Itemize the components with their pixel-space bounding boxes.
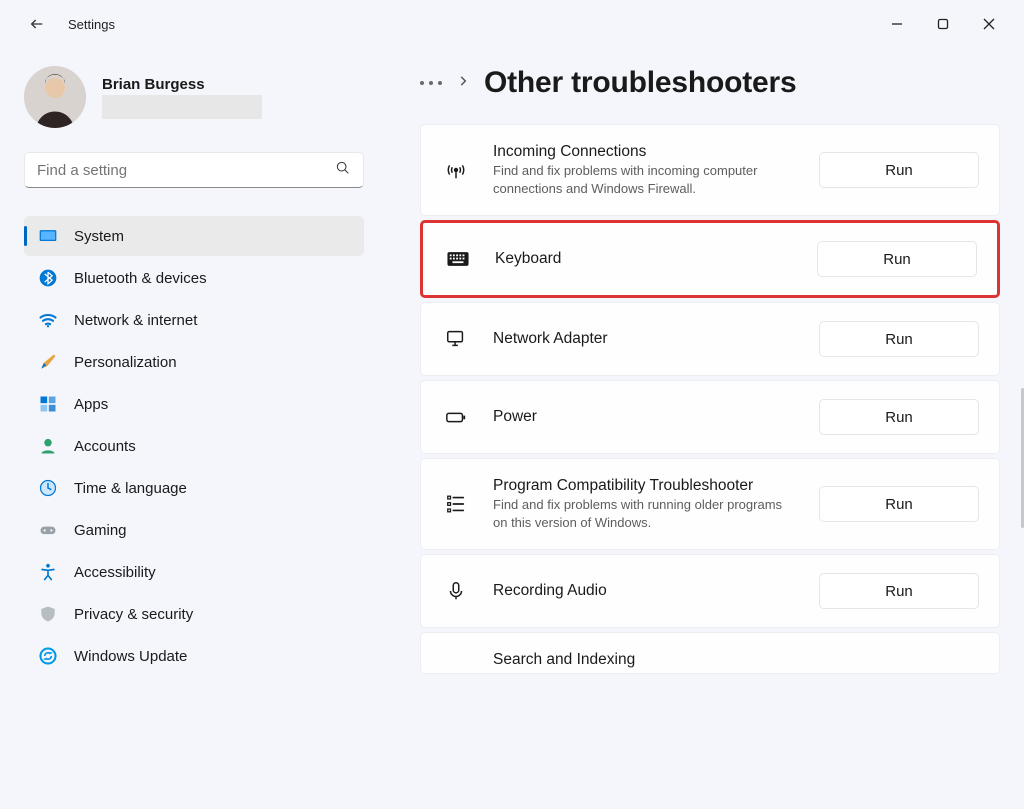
list-icon [443,493,469,515]
page-title: Other troubleshooters [484,66,797,100]
troubleshooter-network-adapter: Network Adapter Run [420,302,1000,376]
card-title: Network Adapter [493,330,795,348]
system-icon [38,226,58,246]
card-desc: Find and fix problems with incoming comp… [493,162,793,197]
keyboard-icon [445,248,471,270]
sidebar-item-apps[interactable]: Apps [24,384,364,424]
nav-label: Accessibility [74,564,156,581]
card-title: Search and Indexing [493,651,979,669]
sidebar-item-system[interactable]: System [24,216,364,256]
nav-label: Privacy & security [74,606,193,623]
troubleshooter-keyboard: Keyboard Run [420,220,1000,298]
apps-icon [38,394,58,414]
card-title: Program Compatibility Troubleshooter [493,477,795,495]
sidebar-item-windows-update[interactable]: Windows Update [24,636,364,676]
close-button[interactable] [966,8,1012,40]
search-input[interactable] [37,162,335,179]
search-icon [335,160,351,181]
run-button[interactable]: Run [819,152,979,188]
monitor-network-icon [443,328,469,350]
back-button[interactable] [28,15,46,33]
troubleshooter-program-compatibility: Program Compatibility Troubleshooter Fin… [420,458,1000,550]
main-content: Other troubleshooters Incoming Connectio… [380,48,1024,809]
troubleshooter-incoming-connections: Incoming Connections Find and fix proble… [420,124,1000,216]
profile-email-redacted [102,95,262,119]
troubleshooter-list: Incoming Connections Find and fix proble… [420,124,1000,674]
troubleshooter-recording-audio: Recording Audio Run [420,554,1000,628]
person-icon [38,436,58,456]
search-box[interactable] [24,152,364,188]
app-title: Settings [68,17,115,32]
nav-label: Network & internet [74,312,197,329]
update-icon [38,646,58,666]
brush-icon [38,352,58,372]
titlebar: Settings [0,0,1024,48]
accessibility-icon [38,562,58,582]
nav-list: System Bluetooth & devices Network & int… [24,216,364,676]
sidebar-item-network[interactable]: Network & internet [24,300,364,340]
nav-label: Windows Update [74,648,187,665]
sidebar-item-time-language[interactable]: Time & language [24,468,364,508]
run-button[interactable]: Run [819,399,979,435]
card-title: Incoming Connections [493,143,795,161]
sidebar: Brian Burgess System Bluetooth & devices… [0,48,380,809]
run-button[interactable]: Run [819,486,979,522]
sidebar-item-accessibility[interactable]: Accessibility [24,552,364,592]
microphone-icon [443,580,469,602]
profile-name: Brian Burgess [102,76,262,93]
shield-icon [38,604,58,624]
sidebar-item-bluetooth[interactable]: Bluetooth & devices [24,258,364,298]
sidebar-item-personalization[interactable]: Personalization [24,342,364,382]
nav-label: Gaming [74,522,127,539]
nav-label: Apps [74,396,108,413]
wifi-icon [38,310,58,330]
sidebar-item-gaming[interactable]: Gaming [24,510,364,550]
bluetooth-icon [38,268,58,288]
nav-label: System [74,228,124,245]
nav-label: Time & language [74,480,187,497]
nav-label: Bluetooth & devices [74,270,207,287]
avatar [24,66,86,128]
battery-icon [443,406,469,428]
card-title: Recording Audio [493,582,795,600]
chevron-right-icon [456,74,470,93]
card-title: Power [493,408,795,426]
breadcrumb-ellipsis[interactable] [420,81,442,85]
troubleshooter-power: Power Run [420,380,1000,454]
sidebar-item-privacy[interactable]: Privacy & security [24,594,364,634]
troubleshooter-search-indexing: Search and Indexing [420,632,1000,674]
card-desc: Find and fix problems with running older… [493,496,793,531]
sidebar-item-accounts[interactable]: Accounts [24,426,364,466]
run-button[interactable]: Run [819,321,979,357]
clock-globe-icon [38,478,58,498]
antenna-icon [443,159,469,181]
nav-label: Personalization [74,354,177,371]
profile-block[interactable]: Brian Burgess [24,66,364,128]
minimize-button[interactable] [874,8,920,40]
run-button[interactable]: Run [817,241,977,277]
card-title: Keyboard [495,250,793,268]
nav-label: Accounts [74,438,136,455]
run-button[interactable]: Run [819,573,979,609]
gamepad-icon [38,520,58,540]
maximize-button[interactable] [920,8,966,40]
